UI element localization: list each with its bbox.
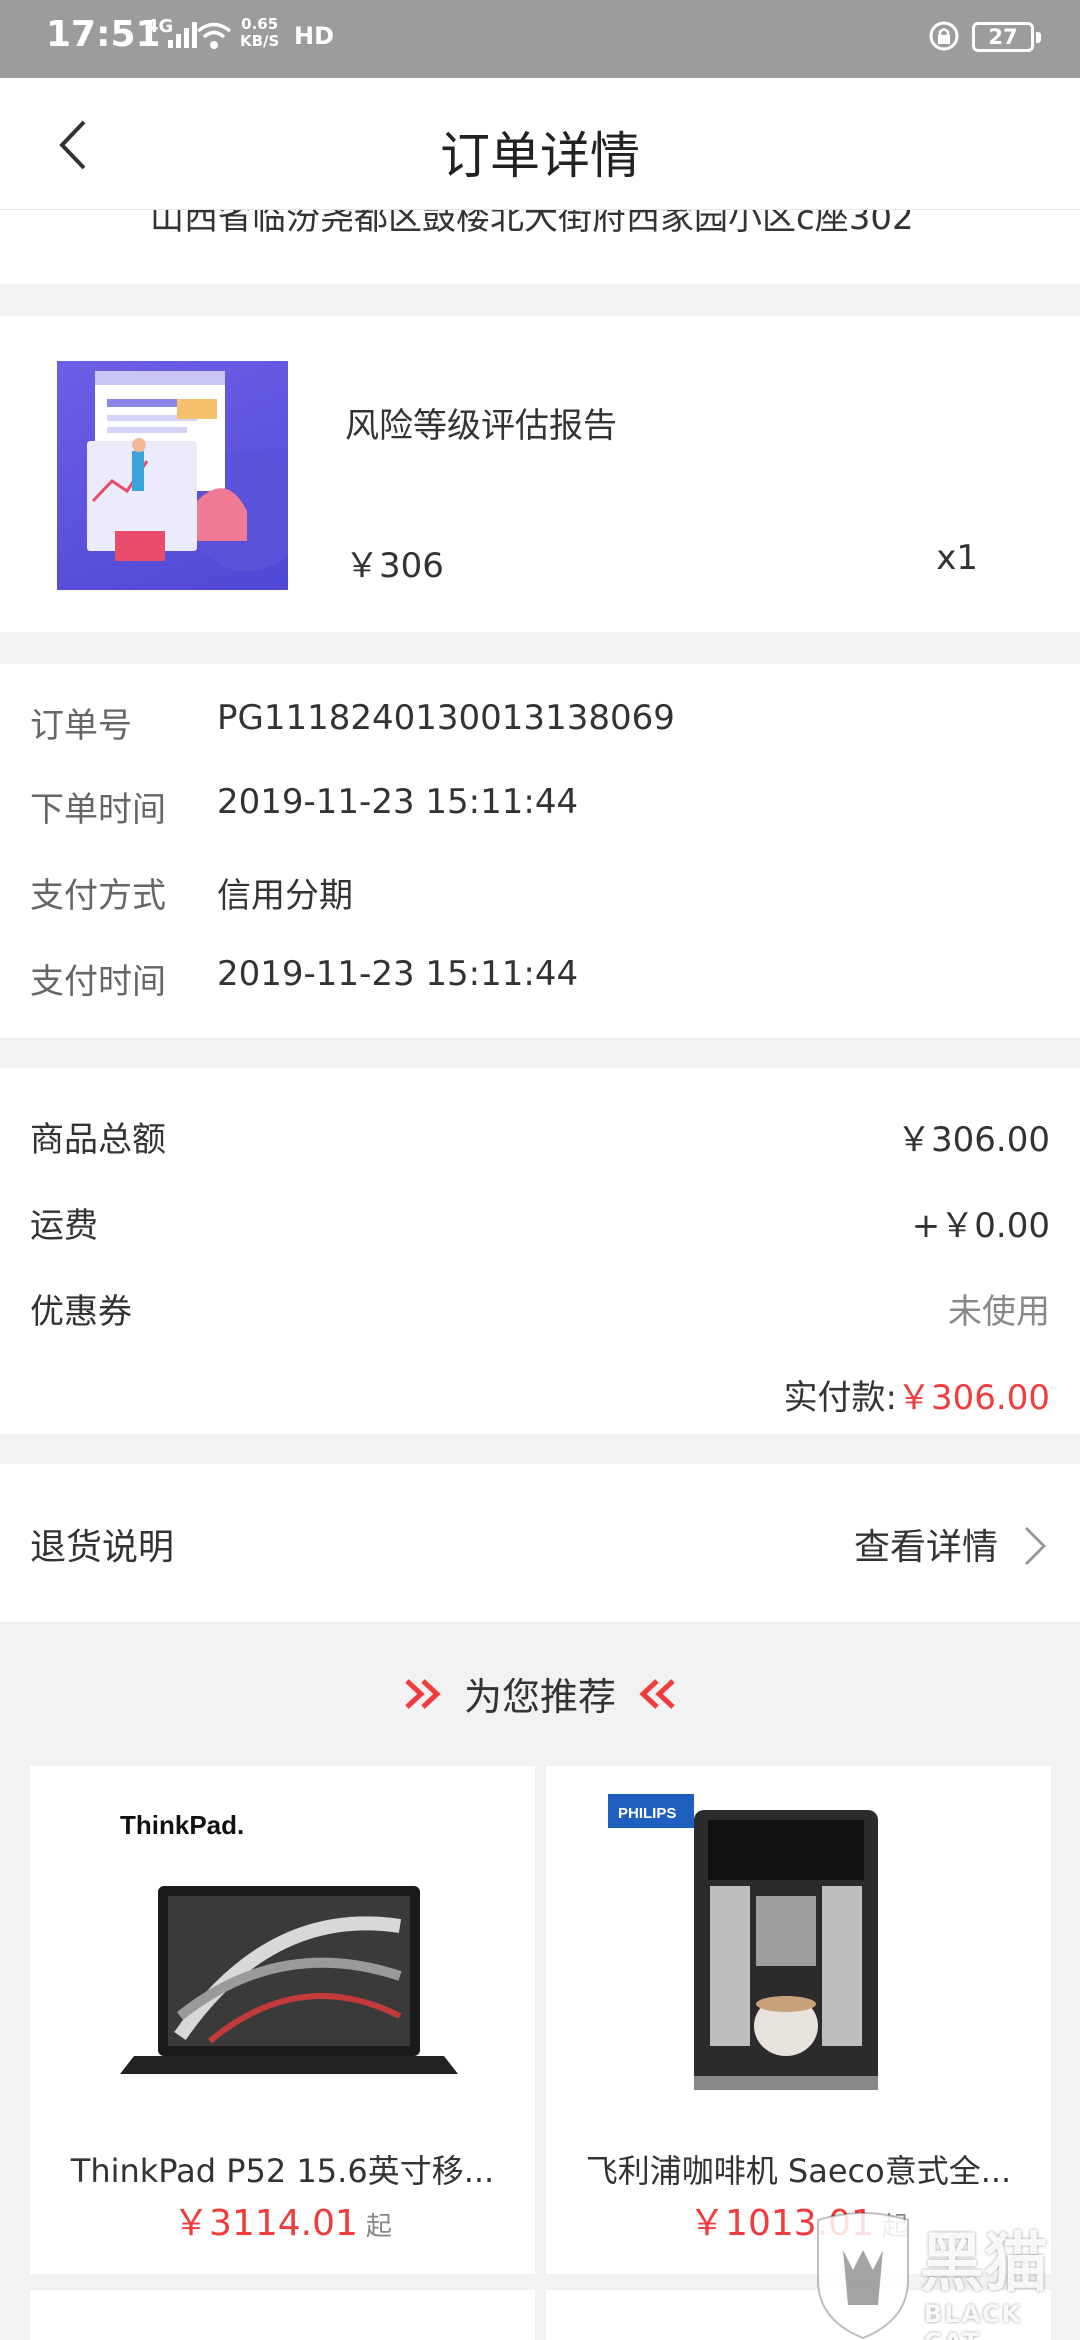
laptop-icon: ThinkPad.: [70, 1786, 495, 2116]
watermark-logo: 黑猫 BLACK CAT: [808, 2210, 1080, 2340]
watermark-en: BLACK CAT: [924, 2300, 1023, 2340]
amount-value: +￥0.00: [911, 1206, 1050, 1246]
amount-section: 商品总额 ￥306.00 运费 +￥0.00 优惠券 未使用 实付款:￥306.…: [0, 1068, 1080, 1434]
wifi-icon: [196, 22, 232, 54]
network-speed: 0.65 KB/S: [240, 15, 280, 50]
order-info-value: 2019-11-23 15:11:44: [217, 782, 579, 822]
brand-logo: PHILIPS: [618, 1805, 676, 1822]
order-info-label: 下单时间: [30, 790, 166, 830]
product-name: 风险等级评估报告: [345, 406, 617, 446]
return-policy-row[interactable]: 退货说明 查看详情: [0, 1464, 1080, 1622]
double-chevron-right-icon: [405, 1678, 441, 1709]
subtotal-row: 商品总额 ￥306.00: [0, 1112, 1080, 1172]
nav-bar: 订单详情: [0, 78, 1080, 210]
paid-total: 实付款:￥306.00: [784, 1370, 1050, 1419]
view-details-link[interactable]: 查看详情: [854, 1518, 998, 1570]
order-info-label: 支付方式: [30, 876, 166, 916]
cat-shield-icon: [817, 2212, 909, 2340]
order-info-value: 2019-11-23 15:11:44: [217, 954, 579, 994]
shipping-row: 运费 +￥0.00: [0, 1198, 1080, 1258]
recommend-card-peek[interactable]: [30, 2290, 535, 2340]
order-time-row: 下单时间 2019-11-23 15:11:44: [0, 782, 1080, 842]
product-price: ￥306: [345, 546, 444, 586]
double-chevron-left-icon: [639, 1678, 675, 1709]
payment-method-row: 支付方式 信用分期: [0, 868, 1080, 928]
recommend-item-price: ￥3114.01 起: [173, 2203, 392, 2244]
page-title: 订单详情: [440, 127, 640, 185]
chevron-right-icon: [1024, 1526, 1047, 1566]
order-info-label: 订单号: [30, 706, 132, 746]
recommend-card-coffee[interactable]: PHILIPS 飞利浦咖啡机 Saeco意式全... ￥1013.01起: [546, 1766, 1051, 2274]
coffee-machine-icon: PHILIPS: [586, 1786, 1011, 2116]
payment-time-row: 支付时间 2019-11-23 15:11:44: [0, 954, 1080, 1014]
amount-label: 运费: [30, 1206, 98, 1246]
amount-label: 商品总额: [30, 1120, 166, 1160]
recommend-title: 为您推荐: [463, 1675, 616, 1719]
hd-icon: HD: [294, 22, 335, 50]
return-policy-label: 退货说明: [30, 1527, 175, 1568]
product-quantity: x1: [936, 538, 978, 578]
amount-label: 优惠券: [30, 1292, 132, 1332]
recommend-header: 为您推荐: [0, 1666, 1080, 1738]
coupon-row: 优惠券 未使用: [0, 1284, 1080, 1344]
order-number-row: 订单号 PG1118240130013138069: [0, 698, 1080, 758]
battery-icon: 27: [972, 22, 1041, 52]
amount-value: 未使用: [948, 1292, 1050, 1332]
paid-label: 实付款:: [783, 1378, 898, 1418]
product-section[interactable]: 风险等级评估报告 ￥306 x1: [0, 316, 1080, 632]
rotation-lock-icon: [928, 20, 960, 56]
amount-value: ￥306.00: [897, 1120, 1050, 1160]
status-bar: 17:51 4G 0.65 KB/S HD 27: [0, 0, 1080, 78]
watermark-cn: 黑猫: [920, 2227, 1048, 2301]
order-info-section: 订单号 PG1118240130013138069 下单时间 2019-11-2…: [0, 664, 1080, 1038]
brand-logo: ThinkPad.: [120, 1810, 244, 1840]
order-info-value: 信用分期: [217, 876, 353, 916]
recommend-item-title: 飞利浦咖啡机 Saeco意式全...: [585, 2152, 1012, 2190]
recommend-item-title: ThinkPad P52 15.6英寸移...: [70, 2152, 495, 2190]
paid-value: ￥306.00: [897, 1378, 1050, 1418]
status-time: 17:51: [46, 14, 161, 55]
recommend-card-laptop[interactable]: ThinkPad. ThinkPad P52 15.6英寸移... ￥3114.…: [30, 1766, 535, 2274]
report-illustration-icon: [57, 361, 288, 590]
order-info-value: PG1118240130013138069: [217, 698, 675, 738]
order-info-label: 支付时间: [30, 962, 166, 1002]
